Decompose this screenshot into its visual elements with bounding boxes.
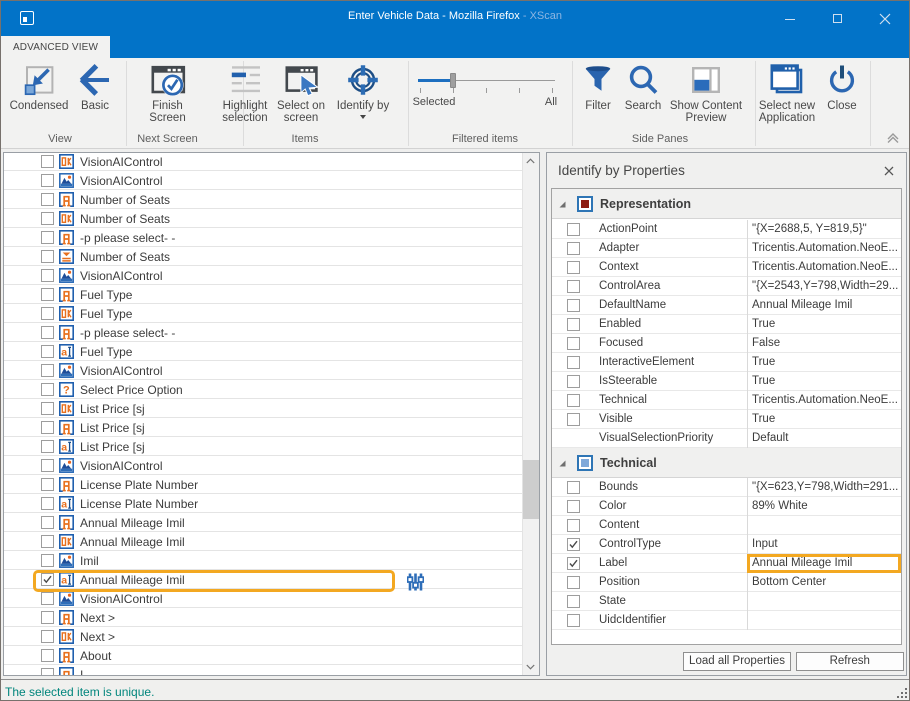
svg-text:a: a [61,499,67,511]
svg-text:?: ? [63,386,70,398]
svg-text:a: a [61,347,67,359]
svg-text:a: a [61,442,67,454]
